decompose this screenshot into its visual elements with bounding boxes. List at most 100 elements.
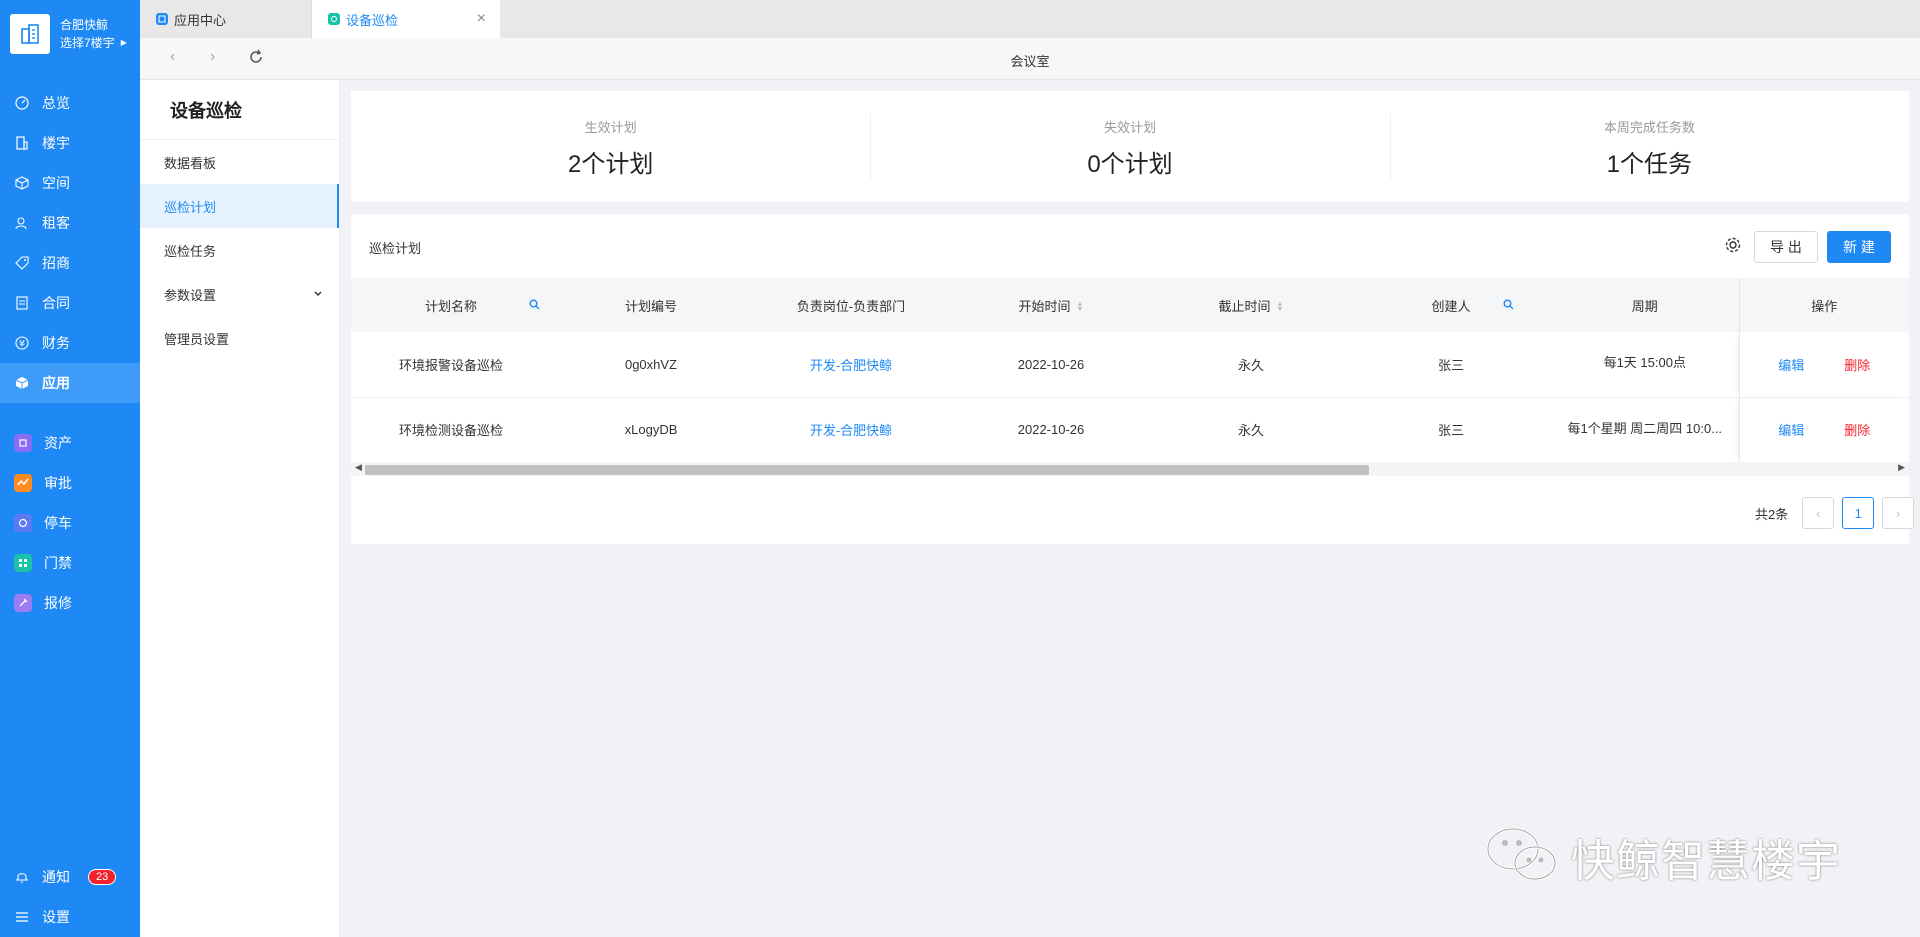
watermark-text: 快鲸智慧楼宇 <box>1571 835 1841 887</box>
new-button[interactable]: 新 建 <box>1827 231 1891 263</box>
sub-item-inspection-task[interactable]: 巡检任务 <box>140 228 339 272</box>
stat-value: 0个计划 <box>1087 151 1173 178</box>
close-icon[interactable]: × <box>477 10 486 28</box>
nav-app-approval[interactable]: 审批 <box>0 463 140 503</box>
cell-end-time: 永久 <box>1151 332 1351 398</box>
nav-item-contracts[interactable]: 合同 <box>0 283 140 323</box>
sort-icon[interactable]: ▲ ▼ <box>1077 301 1084 313</box>
nav-item-leasing[interactable]: 招商 <box>0 243 140 283</box>
column-label: 操作 <box>1811 298 1838 314</box>
delete-link[interactable]: 删除 <box>1844 420 1870 439</box>
tab-app-center[interactable]: 应用中心 <box>140 0 312 38</box>
tag-icon <box>14 255 30 271</box>
scrollbar-thumb[interactable] <box>365 465 1369 475</box>
sub-item-label: 数据看板 <box>164 155 217 171</box>
column-label: 周期 <box>1631 298 1658 314</box>
page-location-title: 会议室 <box>1010 54 1050 69</box>
cell-dept-link[interactable]: 开发-合肥快鲸 <box>751 397 951 463</box>
chevron-down-icon <box>313 287 323 302</box>
panel-title: 巡检计划 <box>369 241 422 256</box>
sub-item-parameters[interactable]: 参数设置 <box>140 272 339 316</box>
edit-link[interactable]: 编辑 <box>1778 420 1804 439</box>
sub-sidebar: 设备巡检 数据看板 巡检计划 巡检任务 参数设置 管理员设置 <box>140 80 340 937</box>
cell-plan-code: xLogyDB <box>551 397 751 463</box>
sub-item-admin-settings[interactable]: 管理员设置 <box>140 316 339 360</box>
cell-plan-code: 0g0xhVZ <box>551 332 751 398</box>
col-start-time[interactable]: 开始时间 ▲ ▼ <box>951 278 1151 332</box>
nav-item-apps[interactable]: 应用 <box>0 363 140 403</box>
nav-label: 门禁 <box>44 555 72 571</box>
nav-item-notifications[interactable]: 通知 23 <box>0 857 140 897</box>
tab-bar: 应用中心 设备巡检 × <box>140 0 1920 38</box>
column-label: 负责岗位-负责部门 <box>796 298 906 314</box>
nav-label: 报修 <box>44 595 72 611</box>
nav-label: 招商 <box>42 255 70 271</box>
nav-item-finance[interactable]: ¥ 财务 <box>0 323 140 363</box>
floor-selector[interactable]: 选择7楼宇 <box>60 34 115 52</box>
cell-plan-name: 环境报警设备巡检 <box>351 332 551 398</box>
page-number-button[interactable]: 1 <box>1842 497 1875 529</box>
inspection-plan-panel: 巡检计划 导 出 新 建 计划名称 计划编号 负责岗位-负责部门 开始时间 ▲ ▼ … <box>351 214 1909 544</box>
search-icon[interactable] <box>529 298 540 313</box>
nav-app-access[interactable]: 门禁 <box>0 543 140 583</box>
cell-period: 每1个星期 周二周四 10:0... <box>1551 397 1739 463</box>
cell-dept-link[interactable]: 开发-合肥快鲸 <box>751 332 951 398</box>
nav-app-parking[interactable]: 停车 <box>0 503 140 543</box>
edit-link[interactable]: 编辑 <box>1778 355 1804 374</box>
cell-end-time: 永久 <box>1151 397 1351 463</box>
stat-label: 生效计划 <box>584 120 637 135</box>
scroll-left-icon[interactable]: ◀ <box>355 462 362 473</box>
nav-label: 总览 <box>42 95 70 111</box>
notification-count-badge: 23 <box>88 869 117 885</box>
cell-actions: 编辑 删除 <box>1738 332 1909 398</box>
nav-label: 停车 <box>44 515 72 531</box>
tab-label: 设备巡检 <box>346 12 399 28</box>
stat-label: 失效计划 <box>1103 120 1156 135</box>
app-sidebar: 合肥快鲸 选择7楼宇 ▶ 总览 楼宇 空间 租客 招商 合同 ¥ 财务 应用 资… <box>0 0 140 937</box>
cube-icon <box>14 175 30 191</box>
gear-icon[interactable] <box>1724 236 1742 257</box>
stat-weekly-tasks: 本周完成任务数 1个任务 <box>1389 91 1909 202</box>
prev-page-button[interactable]: ‹ <box>1802 497 1835 529</box>
nav-item-settings[interactable]: 设置 <box>0 897 140 937</box>
brand-name: 合肥快鲸 <box>60 18 109 32</box>
nav-item-buildings[interactable]: 楼宇 <box>0 123 140 163</box>
nav-item-spaces[interactable]: 空间 <box>0 163 140 203</box>
wechat-icon <box>1485 823 1561 890</box>
nav-label: 通知 <box>42 869 70 885</box>
sub-item-dashboard[interactable]: 数据看板 <box>140 140 339 184</box>
nav-item-tenants[interactable]: 租客 <box>0 203 140 243</box>
sub-item-inspection-plan[interactable]: 巡检计划 <box>140 184 339 228</box>
search-icon[interactable] <box>1503 298 1514 313</box>
nav-app-assets[interactable]: 资产 <box>0 423 140 463</box>
nav-label: 应用 <box>42 375 70 391</box>
total-count: 共2条 <box>1755 506 1789 522</box>
col-plan-name: 计划名称 <box>351 278 551 332</box>
nav-item-overview[interactable]: 总览 <box>0 83 140 123</box>
users-icon <box>14 215 30 231</box>
next-page-button[interactable]: › <box>1882 497 1915 529</box>
parking-app-icon <box>14 514 32 532</box>
delete-link[interactable]: 删除 <box>1844 355 1870 374</box>
cell-actions: 编辑 删除 <box>1738 397 1909 463</box>
sort-icon[interactable]: ▲ ▼ <box>1277 301 1284 313</box>
assets-app-icon <box>14 434 32 452</box>
horizontal-scrollbar[interactable]: ◀ ▶ <box>351 462 1909 476</box>
export-button[interactable]: 导 出 <box>1754 231 1818 263</box>
wechat-watermark: 快鲸智慧楼宇 <box>1485 823 1841 890</box>
col-end-time[interactable]: 截止时间 ▲ ▼ <box>1151 278 1351 332</box>
bell-icon <box>14 869 30 885</box>
stat-value: 1个任务 <box>1606 151 1692 178</box>
nav-app-repair[interactable]: 报修 <box>0 583 140 623</box>
cube-filled-icon <box>14 375 30 391</box>
scroll-right-icon[interactable]: ▶ <box>1898 462 1905 473</box>
tab-device-inspection[interactable]: 设备巡检 × <box>312 0 500 38</box>
nav-label: 楼宇 <box>42 135 70 151</box>
column-label: 开始时间 <box>1018 298 1071 314</box>
building-logo-icon <box>10 14 50 54</box>
cell-start-time: 2022-10-26 <box>951 332 1151 398</box>
app-center-icon <box>156 13 168 25</box>
brand[interactable]: 合肥快鲸 选择7楼宇 ▶ <box>0 0 140 68</box>
nav-label: 合同 <box>42 295 70 311</box>
table-header-row: 计划名称 计划编号 负责岗位-负责部门 开始时间 ▲ ▼ 截止时间 ▲ ▼ 创建人 周期… <box>351 278 1909 332</box>
